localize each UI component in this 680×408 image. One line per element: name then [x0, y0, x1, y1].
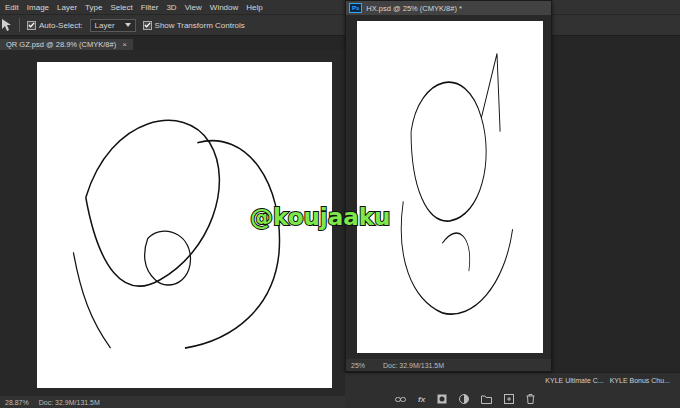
adjustment-icon[interactable] [459, 394, 469, 404]
menu-item[interactable]: Edit [5, 3, 19, 12]
dropdown-value: Layer [95, 21, 115, 30]
document-tab-strip: QR GZ.psd @ 28.9% (CMYK/8#) × [0, 36, 345, 50]
menu-item[interactable]: Layer [57, 3, 77, 12]
canvas[interactable] [357, 21, 543, 353]
brush-list: KYLE Ultimate C... KYLE Bonus Chu... [395, 377, 674, 384]
canvas-area [346, 15, 551, 359]
photoshop-screen: Edit Image Layer Type Select Filter 3D View Wind… [0, 0, 680, 408]
menu-item[interactable]: Type [85, 3, 102, 12]
brush-item[interactable]: KYLE Bonus Chu... [610, 377, 670, 384]
move-tool-icon[interactable] [0, 18, 12, 32]
menu-item[interactable]: Window [210, 3, 238, 12]
trash-icon[interactable] [526, 394, 535, 404]
auto-select-label: Auto-Select: [39, 21, 83, 30]
zoom-level[interactable]: 25% [351, 362, 373, 369]
menu-item[interactable]: View [185, 3, 202, 12]
doc-size: Doc: 32.9M/131.5M [383, 362, 444, 369]
menu-item[interactable]: Image [27, 3, 49, 12]
floating-document-window[interactable]: Ps HX.psd @ 25% (CMYK/8#) * 25% Doc: 32.… [345, 0, 552, 372]
checkbox-box[interactable] [27, 21, 36, 30]
menu-item[interactable]: Help [246, 3, 262, 12]
watermark: @koujaaku [250, 204, 390, 230]
menu-item[interactable]: Filter [141, 3, 159, 12]
menu-bar: Edit Image Layer Type Select Filter 3D View Wind… [0, 0, 680, 14]
document-title: HX.psd @ 25% (CMYK/8#) * [366, 4, 462, 13]
document-tab[interactable]: QR GZ.psd @ 28.9% (CMYK/8#) × [0, 39, 133, 50]
menu-item[interactable]: 3D [166, 3, 176, 12]
menu-item[interactable]: Select [110, 3, 132, 12]
fx-button[interactable]: fx [418, 395, 425, 404]
transform-controls-checkbox[interactable]: Show Transform Controls [143, 21, 245, 30]
line-art [372, 48, 528, 327]
layer-buttons: fx [395, 394, 674, 404]
brush-item[interactable]: KYLE Ultimate C... [545, 377, 603, 384]
check-icon [144, 21, 151, 29]
target-dropdown[interactable]: Layer [90, 19, 136, 32]
chevron-down-icon [125, 23, 131, 27]
zoom-level[interactable]: 28.87% [5, 399, 29, 406]
layers-panel-footer: KYLE Ultimate C... KYLE Bonus Chu... fx [345, 372, 680, 408]
transform-controls-label: Show Transform Controls [155, 21, 245, 30]
document-title: QR GZ.psd @ 28.9% (CMYK/8#) [6, 40, 116, 49]
photoshop-badge: Ps [349, 3, 362, 13]
options-bar: Auto-Select: Layer Show Transform Contro… [0, 14, 680, 36]
status-bar: 25% Doc: 32.9M/131.5M [346, 359, 551, 371]
mask-icon[interactable] [437, 394, 447, 404]
link-icon[interactable] [395, 395, 406, 404]
close-icon[interactable]: × [122, 40, 127, 49]
new-layer-icon[interactable] [504, 394, 514, 404]
doc-size: Doc: 32.9M/131.5M [39, 399, 100, 406]
status-bar: 28.87% Doc: 32.9M/131.5M [0, 396, 345, 408]
check-icon [28, 21, 35, 29]
folder-icon[interactable] [481, 395, 492, 404]
auto-select-checkbox[interactable]: Auto-Select: [27, 21, 83, 30]
checkbox-box[interactable] [143, 21, 152, 30]
window-title-bar[interactable]: Ps HX.psd @ 25% (CMYK/8#) * [346, 1, 551, 15]
